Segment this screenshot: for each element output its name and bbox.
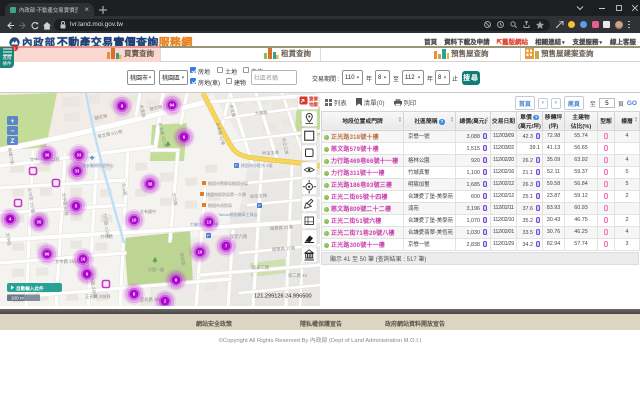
svg-text:地圖: 地圖: [309, 101, 318, 108]
svg-text:16: 16: [81, 257, 86, 262]
svg-text:13: 13: [207, 220, 212, 225]
svg-text:10: 10: [198, 250, 203, 255]
svg-text:35: 35: [37, 220, 42, 225]
svg-text:+: +: [11, 118, 15, 125]
svg-text:自動輸入此件: 自動輸入此件: [16, 285, 44, 292]
svg-text:Tainan桃園機車工具店: Tainan桃園機車工具店: [218, 211, 258, 217]
svg-text:竹園一路: 竹園一路: [148, 266, 164, 272]
svg-text:94: 94: [170, 103, 175, 108]
svg-text:38: 38: [148, 182, 153, 187]
svg-text:Z: Z: [11, 138, 15, 145]
svg-text:桃園市警察局桃園分局: 桃園市警察局桃園分局: [208, 180, 248, 186]
svg-text:保安二路: 保安二路: [252, 264, 270, 271]
svg-text:桃園市消防局第一大隊: 桃園市消防局第一大隊: [206, 191, 246, 197]
svg-text:−: −: [11, 128, 15, 135]
svg-text:正光路 208巷: 正光路 208巷: [85, 293, 111, 300]
svg-text:P: P: [207, 233, 210, 238]
svg-text:10: 10: [132, 218, 137, 223]
svg-text:33: 33: [75, 169, 80, 174]
svg-text:36: 36: [45, 153, 50, 158]
svg-text:96: 96: [45, 252, 50, 257]
svg-text:力行路: 力行路: [100, 233, 114, 240]
svg-text:P: P: [258, 203, 261, 208]
svg-text:P: P: [235, 163, 238, 168]
svg-text:33: 33: [77, 153, 82, 158]
svg-text:121.299126 24.996500: 121.299126 24.996500: [254, 294, 312, 300]
svg-text:桃園市分駐所 4號: 桃園市分駐所 4號: [241, 162, 272, 168]
svg-text:100 m: 100 m: [11, 296, 24, 301]
svg-text:保二路 49: 保二路 49: [288, 272, 307, 279]
svg-text:桃園市消防局: 桃園市消防局: [208, 202, 232, 208]
